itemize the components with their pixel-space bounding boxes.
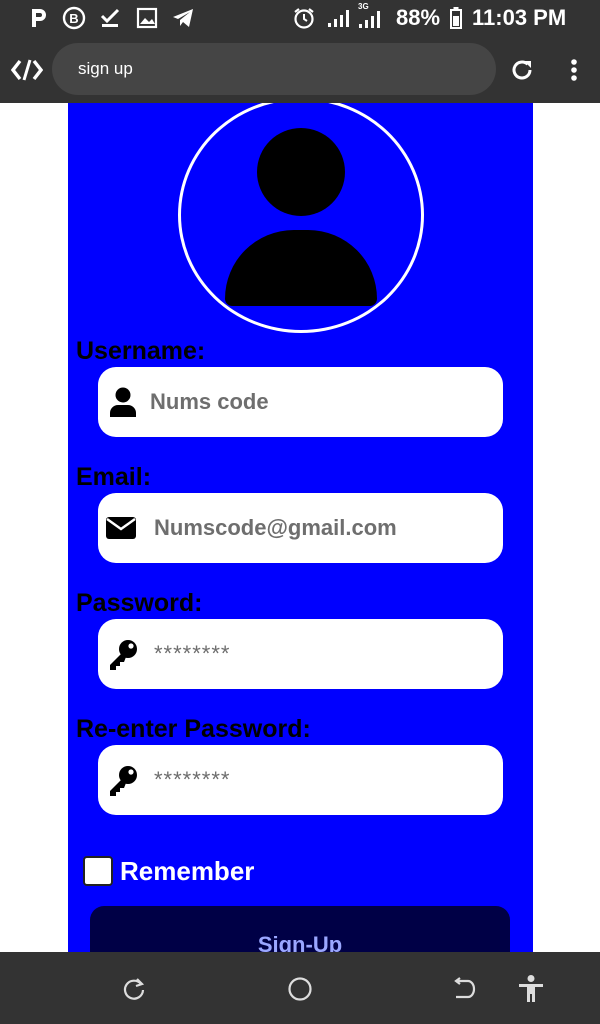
more-vert-icon[interactable] [562,56,586,84]
key-icon [106,763,140,797]
signal-3g-icon: 3G [356,2,384,30]
username-input[interactable]: Nums code [98,367,503,437]
key-icon [106,637,140,671]
user-icon [106,385,140,419]
page-content: Username: Nums code Email: Numscode@gmai… [0,103,600,952]
code-app-icon[interactable] [10,56,44,84]
browser-toolbar: sign up [0,36,600,103]
battery-icon [449,6,463,30]
repassword-value: ******** [154,767,231,792]
signup-form: Username: Nums code Email: Numscode@gmai… [68,103,533,952]
battery-percent: 88% [396,5,441,30]
signup-button[interactable]: Sign-Up [90,906,510,952]
email-input[interactable]: Numscode@gmail.com [98,493,503,563]
username-value: Nums code [150,389,269,414]
image-icon [135,6,159,30]
signal-icon [325,6,351,30]
repassword-label: Re-enter Password: [76,715,311,743]
mail-icon [104,511,138,545]
email-value: Numscode@gmail.com [154,515,397,540]
password-input[interactable]: ******** [98,619,503,689]
accessibility-icon[interactable] [516,974,546,1004]
recent-apps-icon[interactable] [119,974,149,1004]
clock: 11:03 PM [472,5,567,30]
alarm-icon [292,6,316,30]
remember-checkbox[interactable] [83,856,113,886]
network-type-label: 3G [358,2,369,11]
p-icon [28,6,50,30]
home-icon[interactable] [285,974,315,1004]
username-label: Username: [76,337,206,365]
telegram-icon [170,6,196,30]
repassword-input[interactable]: ******** [98,745,503,815]
avatar-head [257,128,345,216]
password-value: ******** [154,641,231,666]
download-done-icon [98,6,122,30]
url-bar[interactable]: sign up [52,43,496,95]
avatar-user-icon [178,103,424,333]
password-label: Password: [76,589,203,617]
signup-button-label: Sign-Up [257,932,343,952]
url-text: sign up [78,59,133,78]
back-icon[interactable] [449,974,479,1004]
email-label: Email: [76,463,152,491]
svg-text:B: B [69,11,78,26]
status-bar: B 3G 88% 11:03 PM [0,0,600,36]
avatar-body [225,230,377,306]
remember-label[interactable]: Remember [120,856,254,887]
reload-icon[interactable] [508,56,536,84]
b-circle-icon: B [62,6,86,30]
system-nav-bar [0,952,600,1024]
